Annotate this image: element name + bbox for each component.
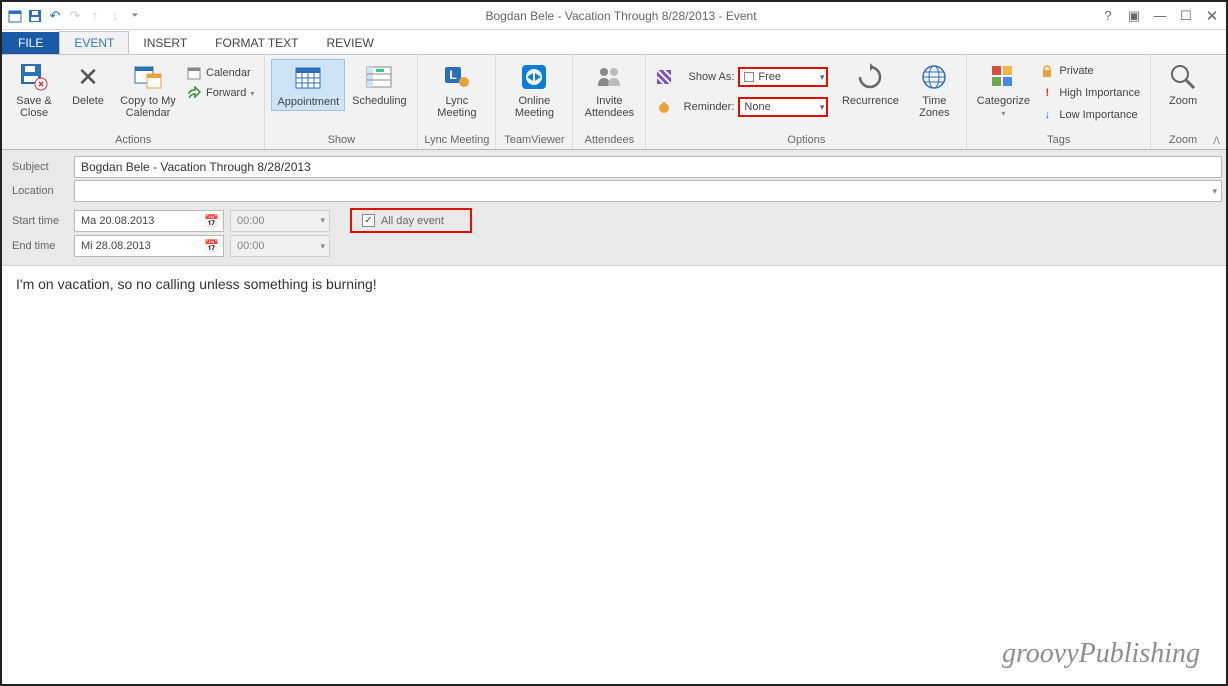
group-teamviewer: Online Meeting TeamViewer: [496, 55, 573, 149]
lync-icon: L: [441, 61, 473, 93]
redo-icon: ↷: [66, 7, 84, 25]
watermark: groovyPublishing: [1002, 638, 1200, 670]
subject-label: Subject: [6, 161, 74, 173]
delete-button[interactable]: ✕ Delete: [62, 59, 114, 109]
actions-small-col: Calendar Forward ▾: [182, 59, 258, 103]
free-swatch-icon: [744, 72, 754, 82]
quick-access-toolbar: ↶ ↷ ↑ ↓ ⏷: [6, 7, 144, 25]
scheduling-icon: [363, 61, 395, 93]
tags-list: Private ! High Importance ↓ Low Importan…: [1035, 59, 1144, 125]
save-close-icon: [18, 61, 50, 93]
reminder-select[interactable]: None ▾: [738, 97, 828, 117]
zoom-icon: [1167, 61, 1199, 93]
event-form: Subject Bogdan Bele - Vacation Through 8…: [2, 150, 1226, 266]
checkbox-icon: ✓: [362, 214, 375, 227]
copy-to-calendar-button[interactable]: Copy to My Calendar: [116, 59, 180, 121]
title-bar: ↶ ↷ ↑ ↓ ⏷ Bogdan Bele - Vacation Through…: [2, 2, 1226, 30]
tab-file[interactable]: FILE: [2, 32, 59, 54]
low-importance-icon: ↓: [1039, 107, 1055, 123]
group-tags: Categorize▾ Private ! High Importance ↓ …: [967, 55, 1151, 149]
recurrence-icon: [854, 61, 886, 93]
start-time-label: Start time: [6, 215, 74, 227]
calendar-icon[interactable]: [6, 7, 24, 25]
minimize-icon[interactable]: —: [1150, 7, 1170, 25]
tab-review[interactable]: REVIEW: [313, 32, 388, 54]
tab-insert[interactable]: INSERT: [129, 32, 201, 54]
window-title: Bogdan Bele - Vacation Through 8/28/2013…: [144, 9, 1098, 23]
zoom-button[interactable]: Zoom: [1157, 59, 1209, 109]
maximize-icon[interactable]: ☐: [1176, 7, 1196, 25]
svg-text:L: L: [449, 68, 456, 82]
up-icon: ↑: [86, 7, 104, 25]
location-label: Location: [6, 185, 74, 197]
calendar-picker-icon[interactable]: 📅: [204, 239, 219, 253]
time-zones-button[interactable]: Time Zones: [908, 59, 960, 121]
group-zoom: Zoom Zoom: [1151, 55, 1215, 149]
group-show: Appointment Scheduling Show: [265, 55, 418, 149]
ribbon: Save & Close ✕ Delete Copy to My Calenda…: [2, 54, 1226, 150]
copy-calendar-icon: [132, 61, 164, 93]
end-time-label: End time: [6, 240, 74, 252]
group-attendees: Invite Attendees Attendees: [573, 55, 646, 149]
group-options: Show As: Free ▾ Reminder: None ▾: [646, 55, 967, 149]
categorize-icon: [987, 61, 1019, 93]
calendar-picker-icon[interactable]: 📅: [204, 214, 219, 228]
show-as-select[interactable]: Free ▾: [738, 67, 828, 87]
down-icon: ↓: [106, 7, 124, 25]
reminder-icon: [656, 99, 672, 115]
end-time-input: 00:00▾: [230, 235, 330, 257]
recurrence-button[interactable]: Recurrence: [838, 59, 902, 109]
ribbon-options-icon[interactable]: ▣: [1124, 7, 1144, 25]
subject-input-ext[interactable]: [319, 156, 1222, 178]
close-icon[interactable]: ✕: [1202, 7, 1222, 25]
invite-attendees-button[interactable]: Invite Attendees: [579, 59, 639, 121]
low-importance-toggle[interactable]: ↓ Low Importance: [1039, 107, 1140, 123]
show-as-icon: [656, 69, 672, 85]
teamviewer-icon: [518, 61, 550, 93]
options-fields: Show As: Free ▾ Reminder: None ▾: [652, 59, 832, 119]
save-close-button[interactable]: Save & Close: [8, 59, 60, 121]
high-importance-toggle[interactable]: ! High Importance: [1039, 85, 1140, 101]
all-day-checkbox[interactable]: ✓ All day event: [350, 208, 472, 233]
tab-event[interactable]: EVENT: [59, 31, 129, 54]
undo-icon[interactable]: ↶: [46, 7, 64, 25]
calendar-link[interactable]: Calendar: [186, 65, 254, 81]
collapse-ribbon-icon[interactable]: ᐱ: [1213, 136, 1220, 147]
qat-dropdown-icon[interactable]: ⏷: [126, 7, 144, 25]
location-input[interactable]: ▾: [74, 180, 1222, 202]
lync-meeting-button[interactable]: L Lync Meeting: [429, 59, 485, 121]
help-icon[interactable]: ?: [1098, 7, 1118, 25]
globe-icon: [918, 61, 950, 93]
high-importance-icon: !: [1039, 85, 1055, 101]
save-icon[interactable]: [26, 7, 44, 25]
appointment-button[interactable]: Appointment: [271, 59, 345, 111]
forward-icon: [186, 85, 202, 101]
forward-link[interactable]: Forward ▾: [186, 85, 254, 101]
online-meeting-button[interactable]: Online Meeting: [502, 59, 566, 121]
start-date-input[interactable]: Ma 20.08.2013📅: [74, 210, 224, 232]
scheduling-button[interactable]: Scheduling: [347, 59, 411, 109]
private-toggle[interactable]: Private: [1039, 63, 1140, 79]
delete-icon: ✕: [72, 61, 104, 93]
window-controls: ? ▣ — ☐ ✕: [1098, 7, 1222, 25]
lock-icon: [1039, 63, 1055, 79]
ribbon-tabs: FILE EVENT INSERT FORMAT TEXT REVIEW: [2, 30, 1226, 54]
event-body[interactable]: I'm on vacation, so no calling unless so…: [2, 266, 1226, 302]
tab-format-text[interactable]: FORMAT TEXT: [201, 32, 312, 54]
attendees-icon: [593, 61, 625, 93]
calendar-small-icon: [186, 65, 202, 81]
group-lync: L Lync Meeting Lync Meeting: [418, 55, 496, 149]
subject-input[interactable]: Bogdan Bele - Vacation Through 8/28/2013: [74, 156, 321, 178]
start-time-input: 00:00▾: [230, 210, 330, 232]
categorize-button[interactable]: Categorize▾: [973, 59, 1033, 120]
appointment-icon: [292, 62, 324, 94]
end-date-input[interactable]: Mi 28.08.2013📅: [74, 235, 224, 257]
group-actions: Save & Close ✕ Delete Copy to My Calenda…: [2, 55, 265, 149]
